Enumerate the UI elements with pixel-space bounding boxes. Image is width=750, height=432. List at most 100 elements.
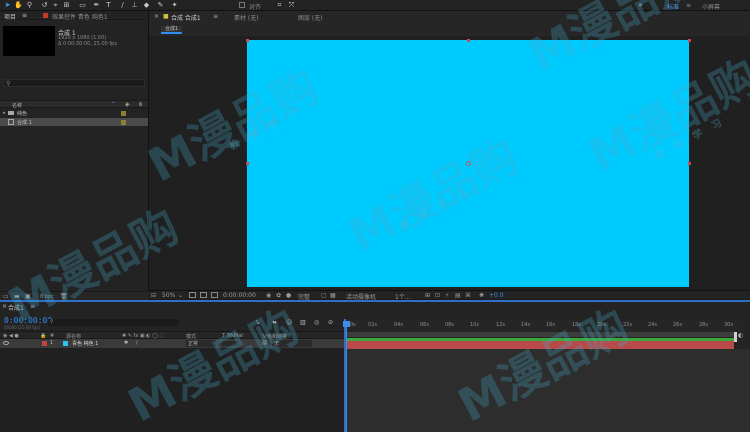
zoom-tool-icon[interactable]: ⚲ xyxy=(25,1,34,10)
transform-handle[interactable] xyxy=(688,39,691,42)
color-channel-icon[interactable]: ● xyxy=(286,292,291,299)
expand-arrow-icon[interactable]: ▸ xyxy=(3,110,6,116)
viewer-area[interactable] xyxy=(149,36,750,291)
grid-icon[interactable] xyxy=(200,292,207,298)
snapshot-icon[interactable]: ◉ xyxy=(266,292,271,299)
type-icon[interactable]: ⋔ xyxy=(138,101,143,108)
parent-dropdown[interactable]: 无 xyxy=(272,340,312,347)
tab-timeline[interactable]: 合成1 xyxy=(8,303,24,312)
label-color-swatch[interactable] xyxy=(121,120,126,125)
rotate-tool-icon[interactable]: ↺ xyxy=(40,1,49,10)
layer-row[interactable]: 1 青色 纯色 1 ✱ / 正常 @ 无 xyxy=(0,339,345,348)
panel-menu-icon[interactable]: ≡ xyxy=(213,13,218,20)
work-area-end-handle[interactable] xyxy=(734,332,737,342)
comp-mini-flowchart-icon[interactable]: ⤥ xyxy=(256,319,259,327)
project-item-comp[interactable]: 合成 1 xyxy=(0,118,148,126)
workspace-menu-chevron-icon[interactable]: ≡ xyxy=(686,2,691,9)
show-snapshot-icon[interactable]: ✿ xyxy=(276,292,281,299)
puppet-tool-icon[interactable]: ✦ xyxy=(170,1,179,10)
time-ruler[interactable]: 0s 02s 04s 06s 08s 10s 12s 14s 16s 18s 2… xyxy=(346,319,744,332)
label-color-swatch[interactable] xyxy=(121,111,126,116)
layer-duration-bar[interactable] xyxy=(346,341,734,349)
quality-switch-icon[interactable]: / xyxy=(136,340,138,346)
layer-label-color[interactable] xyxy=(42,341,47,346)
snap-option-icon[interactable]: ⌗ xyxy=(275,1,284,10)
workspace-menu-icon[interactable]: » xyxy=(636,1,645,10)
tab-project[interactable]: 项目 xyxy=(4,12,16,21)
exposure-value[interactable]: +0.0 xyxy=(489,292,504,299)
tab-footage[interactable]: 素材 (无) xyxy=(234,13,259,22)
panel-menu-icon[interactable]: ≡ xyxy=(30,303,35,310)
frame-blending-icon[interactable]: ▥ xyxy=(300,319,306,326)
work-area-bar[interactable] xyxy=(346,332,734,337)
selection-tool-icon[interactable]: ➤ xyxy=(3,1,12,10)
label-tag-icon[interactable]: ◈ xyxy=(125,101,130,108)
column-name-label[interactable]: 名称 xyxy=(12,102,22,109)
project-item-folder[interactable]: ▸ 纯色 xyxy=(0,109,148,117)
interpret-footage-icon[interactable]: ▭ xyxy=(3,293,9,300)
layer-switch-icon[interactable]: ✱ xyxy=(124,340,128,346)
lock-icon[interactable]: ■ xyxy=(163,13,169,20)
fast-preview-icon[interactable]: ⚡ xyxy=(445,292,449,299)
transparency-grid-icon[interactable]: ▦ xyxy=(330,292,336,299)
draft-3d-icon[interactable]: ⬌ xyxy=(272,319,277,326)
project-search-input[interactable]: ⚲ xyxy=(3,79,145,87)
transform-handle[interactable] xyxy=(246,162,249,165)
mask-visibility-icon[interactable] xyxy=(211,292,218,298)
composition-canvas[interactable] xyxy=(247,40,689,287)
transform-handle[interactable] xyxy=(246,39,249,42)
current-time-indicator-head[interactable] xyxy=(343,321,350,327)
snap-edges-icon[interactable]: ⤧ xyxy=(287,1,296,10)
tab-composition[interactable]: 合成 合成1 xyxy=(171,13,201,22)
tab-layer[interactable]: 图层 (无) xyxy=(298,13,323,22)
chevron-down-icon[interactable]: ⌄ xyxy=(178,292,183,299)
layer-list-empty-area[interactable] xyxy=(0,348,345,432)
new-comp-icon[interactable]: ▣ xyxy=(25,293,31,300)
panel-menu-icon[interactable]: ≡ xyxy=(22,12,27,19)
comp-chip[interactable]: 合成1 xyxy=(161,26,183,34)
trash-icon[interactable]: 🗑 xyxy=(60,293,68,300)
timecode-display[interactable]: 0:00:00:00 xyxy=(223,292,256,299)
clone-stamp-tool-icon[interactable]: ⊥ xyxy=(130,1,139,10)
zoom-dropdown[interactable]: 50% xyxy=(162,292,175,299)
new-folder-icon[interactable]: ▬ xyxy=(14,293,20,300)
timeline-track-area[interactable] xyxy=(346,349,750,432)
eraser-tool-icon[interactable]: ◆ xyxy=(142,1,151,10)
eye-icon[interactable] xyxy=(3,341,9,345)
trkmat-dropdown[interactable] xyxy=(222,341,238,346)
layer-name[interactable]: 青色 纯色 1 xyxy=(72,340,98,347)
transform-handle[interactable] xyxy=(688,162,691,165)
graph-editor-icon[interactable]: ⊘ xyxy=(328,319,333,326)
workspace-small-screen[interactable]: 小屏幕 xyxy=(702,2,720,11)
pen-tool-icon[interactable]: ✒ xyxy=(92,1,101,10)
always-preview-icon[interactable]: ⊟ xyxy=(151,292,156,299)
close-icon[interactable]: × xyxy=(154,13,159,20)
hand-tool-icon[interactable]: ✋ xyxy=(14,1,23,10)
current-time-display[interactable]: 0:00:00:00 xyxy=(4,316,52,325)
exposure-icon[interactable]: ✺ xyxy=(479,292,484,299)
layer-mode-dropdown[interactable]: 正常 xyxy=(186,340,216,347)
pixel-aspect-icon[interactable]: ⊡ xyxy=(435,292,440,299)
flowchart-icon[interactable]: ⌘ xyxy=(465,292,471,299)
comp-button-icon[interactable]: ◐ xyxy=(738,332,743,339)
tab-effect-controls[interactable]: 效果控件 青色 纯色1 xyxy=(52,12,108,21)
snap-checkbox[interactable] xyxy=(239,2,245,8)
workspace-standard[interactable]: 标准 xyxy=(667,2,679,11)
sort-arrow-icon[interactable]: ⌃ xyxy=(111,101,116,108)
shy-layers-icon[interactable]: ☺ xyxy=(286,319,292,326)
camera-tool-icon[interactable]: ⌖ xyxy=(51,1,60,10)
current-time-indicator[interactable] xyxy=(346,322,347,432)
timeline-search-input[interactable]: ⚲ xyxy=(48,319,178,326)
text-tool-icon[interactable]: T xyxy=(104,1,113,10)
motion-blur-icon[interactable]: ◎ xyxy=(314,319,319,326)
title-safe-icon[interactable] xyxy=(189,292,196,298)
mask-tool-icon[interactable]: ▭ xyxy=(78,1,87,10)
pickwhip-icon[interactable]: @ xyxy=(262,340,267,346)
transform-handle[interactable] xyxy=(467,39,470,42)
layout-icon[interactable]: ⊞ xyxy=(425,292,430,299)
timeline-toggle-icon[interactable]: ▤ xyxy=(455,292,461,299)
anchor-point-icon[interactable] xyxy=(466,161,471,166)
region-of-interest-icon[interactable]: ▢ xyxy=(321,292,327,299)
pan-behind-tool-icon[interactable]: ⊞ xyxy=(62,1,71,10)
close-icon[interactable]: × xyxy=(2,303,7,310)
